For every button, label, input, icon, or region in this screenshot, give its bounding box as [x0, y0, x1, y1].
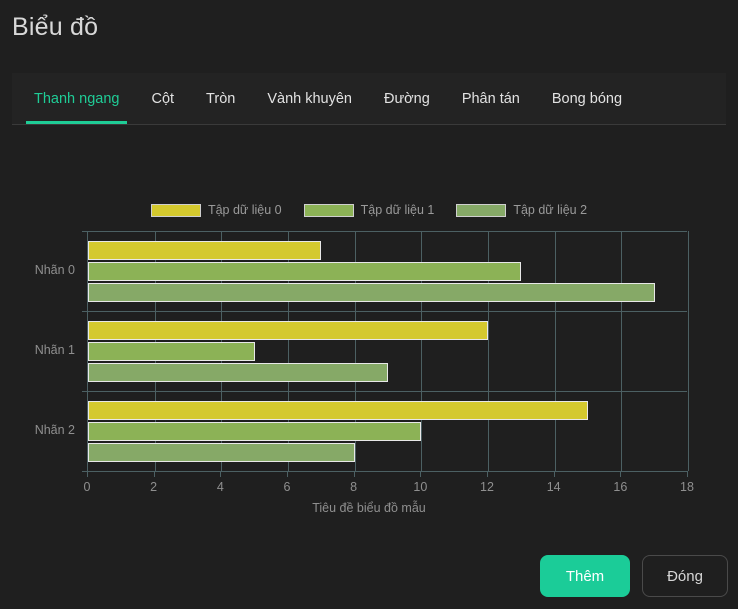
- x-axis-tick: [420, 471, 422, 477]
- add-button[interactable]: Thêm: [540, 555, 630, 597]
- bar[interactable]: [88, 240, 322, 260]
- tab-6[interactable]: Bong bóng: [536, 73, 638, 124]
- y-axis-tick-label: Nhãn 2: [34, 423, 75, 437]
- tab-label: Thanh ngang: [34, 90, 120, 107]
- bar[interactable]: [88, 421, 422, 441]
- bar-group: Nhãn 2: [35, 391, 687, 471]
- tab-label: Cột: [151, 90, 175, 107]
- x-axis: 0 2 4 6 8 10 12 14 16 18: [84, 471, 694, 494]
- plot-inner: Nhãn 0 Nhãn 1 Nhãn 2: [35, 231, 689, 472]
- grid-line-v: [688, 231, 689, 471]
- legend-swatch-icon: [456, 203, 507, 217]
- bar[interactable]: [88, 400, 588, 420]
- x-axis-tick-label: 2: [150, 480, 158, 494]
- chart-type-tabs: Thanh ngang Cột Tròn Vành khuyên Đường Phân t…: [12, 73, 726, 124]
- chart-area: Tập dữ liệu 0 Tập dữ liệu 1 Tập dữ liệu 2 …: [12, 140, 726, 530]
- legend-item-2[interactable]: Tập dữ liệu 2: [456, 203, 587, 217]
- legend-label: Tập dữ liệu 0: [207, 203, 282, 217]
- legend-swatch-icon: [303, 203, 354, 217]
- x-axis-tick-label: 0: [83, 480, 91, 494]
- active-tab-underline: [26, 121, 128, 124]
- tab-4[interactable]: Đường: [368, 73, 446, 124]
- legend-label: Tập dữ liệu 2: [513, 203, 588, 217]
- bar[interactable]: [88, 362, 388, 382]
- chart-type-tabbar: Thanh ngang Cột Tròn Vành khuyên Đường Phân t…: [12, 73, 726, 125]
- page-title: Biểu đồ: [12, 13, 99, 41]
- bar-group: Nhãn 1: [35, 311, 687, 391]
- x-axis-tick: [620, 471, 622, 477]
- x-axis-tick: [353, 471, 355, 477]
- close-button[interactable]: Đóng: [642, 555, 728, 597]
- chart-dialog: Biểu đồ Thanh ngang Cột Tròn Vành khuyên Đườ…: [0, 0, 738, 609]
- x-axis-tick: [87, 471, 88, 477]
- legend-item-0[interactable]: Tập dữ liệu 0: [150, 203, 282, 217]
- tab-label: Vành khuyên: [267, 90, 352, 107]
- tab-label: Phân tán: [461, 90, 520, 107]
- tab-label: Bong bóng: [551, 90, 623, 107]
- tab-3[interactable]: Vành khuyên: [251, 73, 368, 124]
- tab-label: Đường: [383, 90, 430, 107]
- x-axis-tick: [553, 471, 555, 477]
- x-axis-tick-label: 4: [216, 480, 224, 494]
- tab-0[interactable]: Thanh ngang: [18, 73, 135, 124]
- bar[interactable]: [88, 282, 655, 302]
- bar-group: Nhãn 0: [35, 231, 687, 311]
- bar[interactable]: [88, 442, 355, 462]
- x-axis-tick-label: 14: [546, 480, 561, 494]
- x-axis-tick: [153, 471, 155, 477]
- x-axis-tick-label: 8: [350, 480, 358, 494]
- x-axis-tick-label: 12: [480, 480, 494, 494]
- x-axis-tick-label: 6: [283, 480, 291, 494]
- x-axis-tick-label: 10: [413, 480, 428, 494]
- x-axis-tick: [287, 471, 288, 477]
- y-axis-tick-label: Nhãn 0: [34, 263, 75, 277]
- plot-area: Nhãn 0 Nhãn 1 Nhãn 2: [35, 231, 689, 472]
- bar[interactable]: [88, 261, 522, 281]
- tab-label: Tròn: [206, 90, 236, 107]
- legend-label: Tập dữ liệu 1: [360, 203, 435, 217]
- legend-item-1[interactable]: Tập dữ liệu 1: [303, 203, 435, 217]
- tab-5[interactable]: Phân tán: [446, 73, 536, 124]
- x-axis-tick-label: 16: [613, 480, 628, 494]
- x-axis-tick: [687, 471, 688, 477]
- legend-swatch-icon: [150, 203, 201, 217]
- tab-1[interactable]: Cột: [135, 73, 190, 124]
- x-axis-title: Tiêu đề biểu đồ mẫu: [312, 501, 426, 515]
- chart-legend: Tập dữ liệu 0 Tập dữ liệu 1 Tập dữ liệu 2: [12, 203, 726, 217]
- x-axis-tick: [487, 471, 488, 477]
- bar[interactable]: [88, 320, 488, 340]
- y-axis-tick-label: Nhãn 1: [34, 343, 75, 357]
- bar[interactable]: [88, 341, 255, 361]
- tab-2[interactable]: Tròn: [190, 73, 251, 124]
- x-axis-tick: [220, 471, 222, 477]
- x-axis-tick-label: 18: [680, 480, 694, 494]
- dialog-footer: Thêm Đóng: [0, 543, 738, 609]
